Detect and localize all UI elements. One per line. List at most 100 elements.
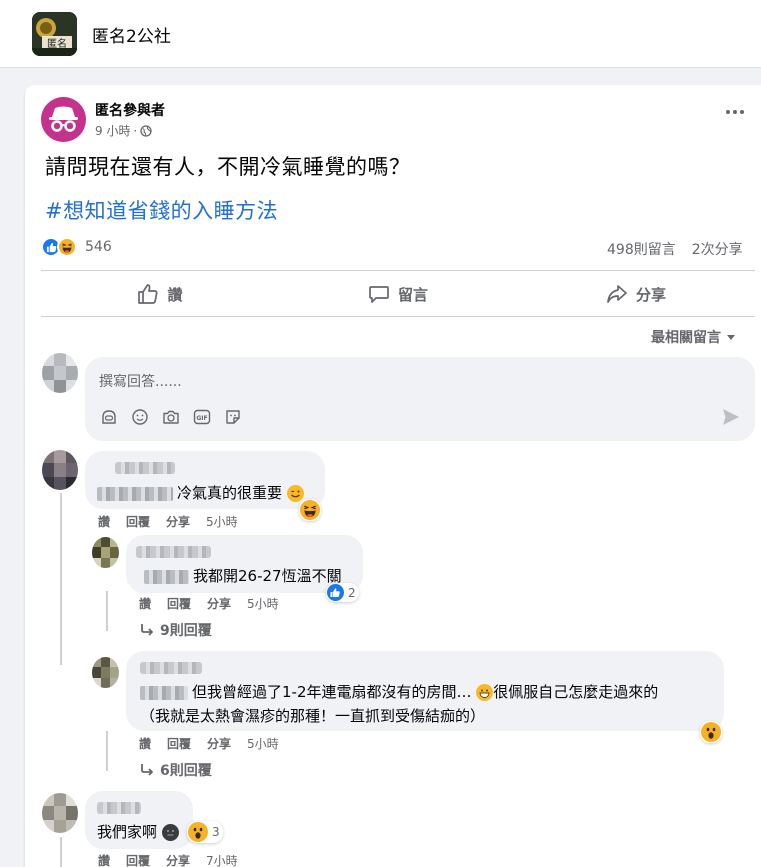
reply-like-button[interactable]: 讚 [139,595,151,612]
comment-label: 留言 [397,285,428,304]
commenter-name-redacted[interactable] [115,462,175,474]
comments-count[interactable]: 498則留言 [607,239,676,259]
comment-sort-dropdown[interactable]: 最相關留言 [651,327,737,347]
commenter-avatar[interactable] [42,793,78,833]
reply-like-button[interactable]: 讚 [139,735,151,752]
view-replies-link[interactable]: 6則回覆 [140,760,212,780]
haha-reaction-icon [300,500,320,520]
reply-body: 我都開26-27恆溫不關 [193,567,342,585]
svg-text:GIF: GIF [196,415,207,422]
comment-body: 我們家啊 [97,823,158,841]
comment-input[interactable]: 撰寫回答...... [99,371,182,391]
reply-bubble: 但我曾經過了1-2年連電扇都沒有的房間… 很佩服自己怎麼走過來的 （我就是太熱會… [126,651,724,731]
reply-arrow-icon [141,624,153,636]
post-time[interactable]: 9 小時 [95,122,130,139]
post-text: 請問現在還有人，不開冷氣睡覺的嗎？ [45,155,411,179]
comment-time[interactable]: 5小時 [206,513,238,530]
comment-like-button[interactable]: 讚 [98,513,110,530]
grin-emoji-icon [476,684,494,701]
reactions-summary[interactable]: 546 [41,237,112,257]
replier-name-redacted[interactable] [140,662,202,674]
mention-redacted[interactable] [140,685,188,700]
post-meta: 9 小時 · [95,122,152,139]
like-button[interactable]: 讚 [41,273,279,315]
anonymous-avatar[interactable] [41,97,86,142]
thread-line [106,731,108,771]
reply-reply-button[interactable]: 回覆 [167,735,191,752]
replier-avatar[interactable] [92,657,119,688]
reply-body: 但我曾經過了1-2年連電扇都沒有的房間… [192,683,472,701]
replier-name-redacted[interactable] [136,546,211,558]
commenter-name-redacted[interactable] [97,802,141,814]
globe-icon [140,124,152,137]
sticker-icon[interactable] [223,407,242,426]
gif-icon[interactable]: GIF [192,407,211,426]
post-stats: 498則留言 2次分享 [607,239,743,259]
wow-reaction-icon [188,822,208,842]
comment-share-button[interactable]: 分享 [166,852,190,867]
incognito-icon [49,106,78,132]
thread-line [106,591,108,631]
reply-text-line2: （我就是太熱會濕疹的那種！一直抓到受傷結痂的） [140,707,486,725]
replies-count-label: 6則回覆 [160,763,212,779]
more-options-button[interactable] [723,105,747,119]
replies-count-label: 9則回覆 [160,623,212,639]
reply-arrow-icon [141,764,153,776]
comment-time[interactable]: 7小時 [206,852,238,867]
reply-time[interactable]: 5小時 [247,595,279,612]
avatar-sticker-icon[interactable] [99,407,118,426]
caret-down-icon [727,335,735,340]
haha-reaction-icon [57,237,77,257]
current-user-avatar[interactable] [42,353,78,393]
like-reaction-icon [327,584,344,601]
comment-button[interactable]: 留言 [279,273,517,315]
group-avatar[interactable]: 匿名 [32,12,77,56]
reply-share-button[interactable]: 分享 [207,595,231,612]
dot-icon [726,110,730,114]
comment-actions: 讚 回覆 分享 7小時 [98,852,238,867]
reply-share-button[interactable]: 分享 [207,735,231,752]
reply-actions: 讚 回覆 分享 5小時 [139,735,279,752]
send-icon[interactable] [721,407,741,427]
reply-reply-button[interactable]: 回覆 [167,595,191,612]
like-label: 讚 [167,285,183,304]
author-name[interactable]: 匿名參與者 [95,100,165,120]
comment-reactions[interactable] [299,499,321,521]
comment-bubble-icon [369,286,389,303]
comment-bubble: 我們家啊 [85,791,193,849]
replier-avatar[interactable] [92,537,119,568]
thread-line [60,837,62,867]
comment-actions: 讚 回覆 分享 5小時 [98,513,238,530]
reply-reactions[interactable]: 2 [326,583,359,602]
mention-redacted[interactable] [97,486,173,501]
emoji-icon[interactable] [130,407,149,426]
view-replies-link[interactable]: 9則回覆 [140,620,212,640]
reply-reactions[interactable] [700,721,722,743]
hashtag-link[interactable]: #想知道省錢的入睡方法 [45,195,278,225]
divider [41,316,755,317]
wow-reaction-icon [701,722,721,742]
share-button[interactable]: 分享 [517,273,755,315]
camera-icon[interactable] [161,407,180,426]
group-name[interactable]: 匿名2公社 [92,22,171,47]
commenter-avatar[interactable] [42,450,78,490]
mention-redacted[interactable] [144,569,189,584]
reply-text-line1: 但我曾經過了1-2年連電扇都沒有的房間… 很佩服自己怎麼走過來的 [140,681,658,702]
comment-reply-button[interactable]: 回覆 [126,852,150,867]
sort-label: 最相關留言 [651,330,721,346]
shares-count[interactable]: 2次分享 [692,239,743,259]
reply-text: 我都開26-27恆溫不關 [144,565,342,586]
comment-reactions[interactable]: 3 [187,821,223,843]
comment-reply-button[interactable]: 回覆 [126,513,150,530]
meta-dot: · [133,123,138,138]
comment-text: 冷氣真的很重要 [97,482,304,503]
comment-body: 冷氣真的很重要 [177,484,283,502]
thumbs-up-icon [138,284,158,304]
divider [41,270,755,271]
comment-share-button[interactable]: 分享 [166,513,190,530]
reply-time[interactable]: 5小時 [247,735,279,752]
comment-like-button[interactable]: 讚 [98,852,110,867]
dot-icon [733,110,737,114]
comment-composer[interactable]: 撰寫回答...... GIF [85,357,755,441]
group-header: 匿名 匿名2公社 [0,0,761,68]
